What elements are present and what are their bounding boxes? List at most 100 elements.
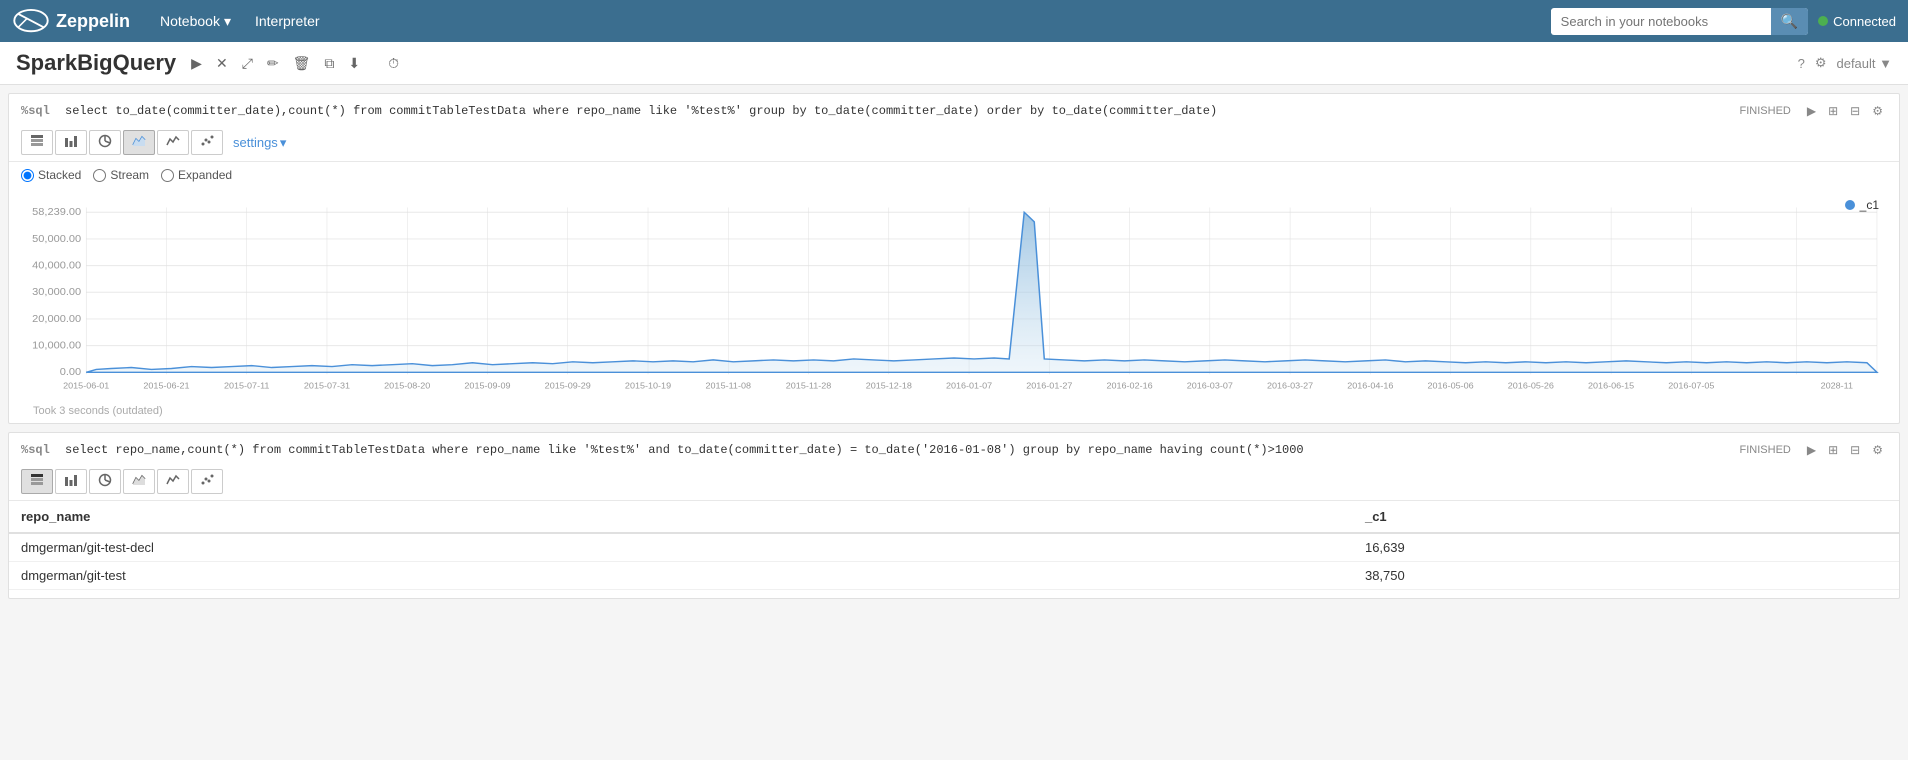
table-icon — [30, 473, 44, 487]
svg-text:2016-05-06: 2016-05-06 — [1428, 381, 1474, 391]
scatter-icon — [200, 134, 214, 148]
svg-text:2028-11: 2028-11 — [1821, 381, 1854, 391]
scheduler-button[interactable]: ⏱ — [383, 52, 404, 75]
fullscreen-button[interactable]: ⤢ — [237, 52, 258, 75]
para2-code-text: select repo_name,count(*) from commitTab… — [65, 443, 1304, 457]
chevron-down-icon: ▾ — [224, 13, 231, 30]
para2-status: FINISHED — [1740, 444, 1791, 456]
para1-settings-link[interactable]: settings ▾ — [233, 135, 286, 151]
user-menu[interactable]: default ▼ — [1836, 56, 1892, 71]
para1-radio-group: Stacked Stream Expanded — [9, 162, 1899, 188]
radio-expanded[interactable]: Expanded — [161, 168, 232, 182]
help-icon[interactable]: ? — [1798, 56, 1805, 71]
nav-interpreter[interactable]: Interpreter — [245, 9, 330, 33]
para2-topbar: %sql select repo_name,count(*) from comm… — [9, 433, 1899, 463]
chevron-down-icon: ▾ — [280, 135, 287, 151]
cell-repo-name-1: dmgerman/git-test-decl — [9, 533, 1353, 562]
nav-notebook[interactable]: Notebook ▾ — [150, 9, 241, 34]
para1-hide-code-button[interactable]: ⊞ — [1824, 102, 1842, 120]
navbar: Zeppelin Notebook ▾ Interpreter 🔍 Connec… — [0, 0, 1908, 42]
svg-text:2015-09-29: 2015-09-29 — [545, 381, 591, 391]
para1-hide-output-button[interactable]: ⊟ — [1846, 102, 1864, 120]
table-row: dmgerman/git-test 38,750 — [9, 562, 1899, 590]
svg-text:2015-11-08: 2015-11-08 — [706, 381, 752, 391]
clone-button[interactable]: ⧉ — [319, 52, 339, 75]
para1-topbar: %sql select to_date(committer_date),coun… — [9, 94, 1899, 124]
stop-all-button[interactable]: ✕ — [211, 52, 233, 75]
svg-text:30,000.00: 30,000.00 — [32, 286, 81, 298]
paragraph-2: %sql select repo_name,count(*) from comm… — [8, 432, 1900, 599]
para2-chart-line-button[interactable] — [157, 469, 189, 494]
para1-code: %sql select to_date(committer_date),coun… — [21, 98, 1740, 124]
chart-area-button[interactable] — [123, 130, 155, 155]
chart-pie-button[interactable] — [89, 130, 121, 155]
export-button[interactable]: ⬇ — [343, 52, 365, 75]
connection-status: Connected — [1818, 14, 1896, 29]
search-button[interactable]: 🔍 — [1771, 8, 1808, 35]
scatter-icon — [200, 473, 214, 487]
cell-repo-name-2: dmgerman/git-test — [9, 562, 1353, 590]
area-chart-svg: 58,239.00 50,000.00 40,000.00 30,000.00 … — [21, 198, 1887, 398]
para1-actions: FINISHED ▶ ⊞ ⊟ ⚙ — [1740, 102, 1887, 120]
chart-line-button[interactable] — [157, 130, 189, 155]
para1-settings-button[interactable]: ⚙ — [1868, 102, 1887, 120]
para2-code: %sql select repo_name,count(*) from comm… — [21, 437, 1740, 463]
chart-scatter-button[interactable] — [191, 130, 223, 155]
navbar-right: 🔍 Connected — [1551, 8, 1896, 35]
line-icon — [166, 473, 180, 487]
radio-stream[interactable]: Stream — [93, 168, 149, 182]
svg-text:2016-05-26: 2016-05-26 — [1508, 381, 1554, 391]
para2-hide-code-button[interactable]: ⊞ — [1824, 441, 1842, 459]
para2-run-button[interactable]: ▶ — [1803, 441, 1820, 459]
chart-bar-button[interactable] — [55, 130, 87, 155]
cell-c1-1: 16,639 — [1353, 533, 1899, 562]
paragraph-1: %sql select to_date(committer_date),coun… — [8, 93, 1900, 424]
svg-text:0.00: 0.00 — [60, 366, 81, 378]
pie-icon — [98, 473, 112, 487]
para2-settings-button[interactable]: ⚙ — [1868, 441, 1887, 459]
search-input[interactable] — [1551, 10, 1771, 33]
notebook-title: SparkBigQuery — [16, 50, 176, 76]
radio-stacked[interactable]: Stacked — [21, 168, 81, 182]
run-all-button[interactable]: ▶ — [186, 52, 207, 75]
svg-text:2016-04-16: 2016-04-16 — [1347, 381, 1393, 391]
svg-text:2016-03-07: 2016-03-07 — [1187, 381, 1233, 391]
para2-chart-pie-button[interactable] — [89, 469, 121, 494]
edit-button[interactable]: ✏ — [262, 52, 284, 75]
para2-chart-table-button[interactable] — [21, 469, 53, 494]
para1-chart-toolbar: settings ▾ — [9, 124, 1899, 162]
para2-chart-area-button[interactable] — [123, 469, 155, 494]
svg-text:10,000.00: 10,000.00 — [32, 340, 81, 352]
svg-text:58,239.00: 58,239.00 — [32, 206, 81, 218]
para1-timing: Took 3 seconds (outdated) — [21, 401, 1887, 423]
svg-text:40,000.00: 40,000.00 — [32, 260, 81, 272]
para2-chart-scatter-button[interactable] — [191, 469, 223, 494]
table-header-row: repo_name _c1 — [9, 501, 1899, 533]
para2-hide-output-button[interactable]: ⊟ — [1846, 441, 1864, 459]
svg-text:2015-06-01: 2015-06-01 — [63, 381, 109, 391]
svg-text:20,000.00: 20,000.00 — [32, 313, 81, 325]
navbar-links: Notebook ▾ Interpreter — [150, 9, 1551, 34]
svg-text:2016-01-27: 2016-01-27 — [1026, 381, 1072, 391]
para2-table-container: repo_name _c1 dmgerman/git-test-decl 16,… — [9, 501, 1899, 598]
zeppelin-logo-icon — [12, 7, 50, 35]
svg-text:2016-03-27: 2016-03-27 — [1267, 381, 1313, 391]
col-c1: _c1 — [1353, 501, 1899, 533]
settings-icon[interactable]: ⚙ — [1815, 55, 1827, 71]
para1-code-text: select to_date(committer_date),count(*) … — [65, 104, 1217, 118]
svg-text:2015-10-19: 2015-10-19 — [625, 381, 671, 391]
para2-chart-bar-button[interactable] — [55, 469, 87, 494]
para2-actions: FINISHED ▶ ⊞ ⊟ ⚙ — [1740, 441, 1887, 459]
brand: Zeppelin — [12, 7, 130, 35]
delete-button[interactable]: 🗑 — [288, 52, 316, 75]
svg-text:2016-02-16: 2016-02-16 — [1106, 381, 1152, 391]
cell-c1-2: 38,750 — [1353, 562, 1899, 590]
svg-text:2015-09-09: 2015-09-09 — [464, 381, 510, 391]
chart-table-button[interactable] — [21, 130, 53, 155]
para1-status: FINISHED — [1740, 105, 1791, 117]
svg-text:2015-07-11: 2015-07-11 — [224, 381, 270, 391]
para1-label: %sql — [21, 104, 50, 118]
para1-run-button[interactable]: ▶ — [1803, 102, 1820, 120]
connected-dot-icon — [1818, 16, 1828, 26]
para1-legend: _c1 — [1845, 198, 1879, 212]
